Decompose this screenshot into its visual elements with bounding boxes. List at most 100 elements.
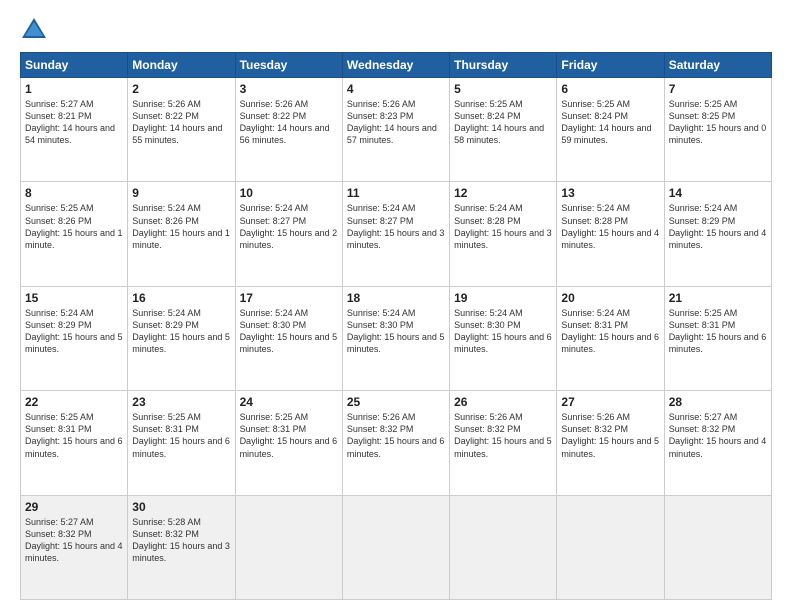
day-number: 11 bbox=[347, 186, 445, 200]
day-number: 19 bbox=[454, 291, 552, 305]
calendar-cell: 29 Sunrise: 5:27 AMSunset: 8:32 PMDayligh… bbox=[21, 495, 128, 599]
weekday-header-saturday: Saturday bbox=[664, 53, 771, 78]
cell-info: Sunrise: 5:26 AMSunset: 8:23 PMDaylight:… bbox=[347, 98, 445, 147]
day-number: 30 bbox=[132, 500, 230, 514]
day-number: 1 bbox=[25, 82, 123, 96]
cell-info: Sunrise: 5:25 AMSunset: 8:25 PMDaylight:… bbox=[669, 98, 767, 147]
day-number: 20 bbox=[561, 291, 659, 305]
calendar-cell: 2 Sunrise: 5:26 AMSunset: 8:22 PMDaylight… bbox=[128, 78, 235, 182]
calendar-cell: 12 Sunrise: 5:24 AMSunset: 8:28 PMDayligh… bbox=[450, 182, 557, 286]
cell-info: Sunrise: 5:25 AMSunset: 8:24 PMDaylight:… bbox=[561, 98, 659, 147]
cell-info: Sunrise: 5:27 AMSunset: 8:32 PMDaylight:… bbox=[25, 516, 123, 565]
day-number: 10 bbox=[240, 186, 338, 200]
calendar-cell bbox=[235, 495, 342, 599]
day-number: 6 bbox=[561, 82, 659, 96]
calendar-cell bbox=[664, 495, 771, 599]
cell-info: Sunrise: 5:26 AMSunset: 8:32 PMDaylight:… bbox=[347, 411, 445, 460]
calendar-cell: 27Sunrise: 5:26 AMSunset: 8:32 PMDayligh… bbox=[557, 391, 664, 495]
logo-icon bbox=[20, 16, 48, 44]
day-number: 14 bbox=[669, 186, 767, 200]
cell-info: Sunrise: 5:26 AMSunset: 8:22 PMDaylight:… bbox=[132, 98, 230, 147]
weekday-header-friday: Friday bbox=[557, 53, 664, 78]
calendar-cell bbox=[342, 495, 449, 599]
calendar-cell: 26 Sunrise: 5:26 AMSunset: 8:32 PMDayligh… bbox=[450, 391, 557, 495]
weekday-header-tuesday: Tuesday bbox=[235, 53, 342, 78]
cell-info: Sunrise: 5:25 AMSunset: 8:31 PMDaylight:… bbox=[132, 411, 230, 460]
logo bbox=[20, 16, 52, 44]
day-number: 16 bbox=[132, 291, 230, 305]
cell-info: Sunrise: 5:27 AMSunset: 8:32 PMDaylight:… bbox=[669, 411, 767, 460]
day-number: 8 bbox=[25, 186, 123, 200]
calendar-cell: 20Sunrise: 5:24 AMSunset: 8:31 PMDayligh… bbox=[557, 286, 664, 390]
cell-info: Sunrise: 5:24 AMSunset: 8:29 PMDaylight:… bbox=[132, 307, 230, 356]
calendar-cell: 4 Sunrise: 5:26 AMSunset: 8:23 PMDaylight… bbox=[342, 78, 449, 182]
day-number: 18 bbox=[347, 291, 445, 305]
day-number: 28 bbox=[669, 395, 767, 409]
day-number: 3 bbox=[240, 82, 338, 96]
day-number: 23 bbox=[132, 395, 230, 409]
calendar-cell: 19 Sunrise: 5:24 AMSunset: 8:30 PMDayligh… bbox=[450, 286, 557, 390]
day-number: 7 bbox=[669, 82, 767, 96]
day-number: 12 bbox=[454, 186, 552, 200]
calendar-cell: 30 Sunrise: 5:28 AMSunset: 8:32 PMDayligh… bbox=[128, 495, 235, 599]
cell-info: Sunrise: 5:26 AMSunset: 8:32 PMDaylight:… bbox=[454, 411, 552, 460]
calendar-body: 1 Sunrise: 5:27 AMSunset: 8:21 PMDaylight… bbox=[21, 78, 772, 600]
calendar-cell: 7 Sunrise: 5:25 AMSunset: 8:25 PMDaylight… bbox=[664, 78, 771, 182]
calendar-cell: 3 Sunrise: 5:26 AMSunset: 8:22 PMDaylight… bbox=[235, 78, 342, 182]
calendar-cell: 21 Sunrise: 5:25 AMSunset: 8:31 PMDayligh… bbox=[664, 286, 771, 390]
cell-info: Sunrise: 5:25 AMSunset: 8:31 PMDaylight:… bbox=[25, 411, 123, 460]
week-row-1: 1 Sunrise: 5:27 AMSunset: 8:21 PMDaylight… bbox=[21, 78, 772, 182]
week-row-5: 29 Sunrise: 5:27 AMSunset: 8:32 PMDayligh… bbox=[21, 495, 772, 599]
week-row-3: 15 Sunrise: 5:24 AMSunset: 8:29 PMDayligh… bbox=[21, 286, 772, 390]
day-number: 27 bbox=[561, 395, 659, 409]
weekday-header-monday: Monday bbox=[128, 53, 235, 78]
calendar-cell: 6 Sunrise: 5:25 AMSunset: 8:24 PMDaylight… bbox=[557, 78, 664, 182]
weekday-row: SundayMondayTuesdayWednesdayThursdayFrid… bbox=[21, 53, 772, 78]
weekday-header-sunday: Sunday bbox=[21, 53, 128, 78]
header bbox=[20, 16, 772, 44]
day-number: 9 bbox=[132, 186, 230, 200]
calendar-cell: 14 Sunrise: 5:24 AMSunset: 8:29 PMDayligh… bbox=[664, 182, 771, 286]
cell-info: Sunrise: 5:27 AMSunset: 8:21 PMDaylight:… bbox=[25, 98, 123, 147]
cell-info: Sunrise: 5:24 AMSunset: 8:29 PMDaylight:… bbox=[25, 307, 123, 356]
cell-info: Sunrise: 5:25 AMSunset: 8:31 PMDaylight:… bbox=[669, 307, 767, 356]
cell-info: Sunrise: 5:24 AMSunset: 8:27 PMDaylight:… bbox=[347, 202, 445, 251]
calendar-cell: 8Sunrise: 5:25 AMSunset: 8:26 PMDaylight… bbox=[21, 182, 128, 286]
weekday-header-wednesday: Wednesday bbox=[342, 53, 449, 78]
calendar-cell: 22 Sunrise: 5:25 AMSunset: 8:31 PMDayligh… bbox=[21, 391, 128, 495]
cell-info: Sunrise: 5:25 AMSunset: 8:24 PMDaylight:… bbox=[454, 98, 552, 147]
calendar-cell bbox=[557, 495, 664, 599]
day-number: 15 bbox=[25, 291, 123, 305]
cell-info: Sunrise: 5:26 AMSunset: 8:22 PMDaylight:… bbox=[240, 98, 338, 147]
cell-info: Sunrise: 5:24 AMSunset: 8:28 PMDaylight:… bbox=[561, 202, 659, 251]
cell-info: Sunrise: 5:25 AMSunset: 8:31 PMDaylight:… bbox=[240, 411, 338, 460]
cell-info: Sunrise: 5:24 AMSunset: 8:26 PMDaylight:… bbox=[132, 202, 230, 251]
day-number: 4 bbox=[347, 82, 445, 96]
day-number: 29 bbox=[25, 500, 123, 514]
week-row-4: 22 Sunrise: 5:25 AMSunset: 8:31 PMDayligh… bbox=[21, 391, 772, 495]
calendar-cell: 5Sunrise: 5:25 AMSunset: 8:24 PMDaylight… bbox=[450, 78, 557, 182]
cell-info: Sunrise: 5:24 AMSunset: 8:30 PMDaylight:… bbox=[454, 307, 552, 356]
cell-info: Sunrise: 5:24 AMSunset: 8:30 PMDaylight:… bbox=[240, 307, 338, 356]
cell-info: Sunrise: 5:24 AMSunset: 8:27 PMDaylight:… bbox=[240, 202, 338, 251]
week-row-2: 8Sunrise: 5:25 AMSunset: 8:26 PMDaylight… bbox=[21, 182, 772, 286]
day-number: 24 bbox=[240, 395, 338, 409]
day-number: 13 bbox=[561, 186, 659, 200]
weekday-header-thursday: Thursday bbox=[450, 53, 557, 78]
calendar-cell: 1 Sunrise: 5:27 AMSunset: 8:21 PMDaylight… bbox=[21, 78, 128, 182]
calendar-table: SundayMondayTuesdayWednesdayThursdayFrid… bbox=[20, 52, 772, 600]
calendar-cell: 13 Sunrise: 5:24 AMSunset: 8:28 PMDayligh… bbox=[557, 182, 664, 286]
cell-info: Sunrise: 5:24 AMSunset: 8:28 PMDaylight:… bbox=[454, 202, 552, 251]
day-number: 17 bbox=[240, 291, 338, 305]
day-number: 26 bbox=[454, 395, 552, 409]
day-number: 21 bbox=[669, 291, 767, 305]
calendar-cell: 10 Sunrise: 5:24 AMSunset: 8:27 PMDayligh… bbox=[235, 182, 342, 286]
day-number: 2 bbox=[132, 82, 230, 96]
cell-info: Sunrise: 5:28 AMSunset: 8:32 PMDaylight:… bbox=[132, 516, 230, 565]
calendar-cell: 18Sunrise: 5:24 AMSunset: 8:30 PMDayligh… bbox=[342, 286, 449, 390]
cell-info: Sunrise: 5:24 AMSunset: 8:29 PMDaylight:… bbox=[669, 202, 767, 251]
calendar-cell: 25Sunrise: 5:26 AMSunset: 8:32 PMDayligh… bbox=[342, 391, 449, 495]
calendar-cell: 23 Sunrise: 5:25 AMSunset: 8:31 PMDayligh… bbox=[128, 391, 235, 495]
day-number: 22 bbox=[25, 395, 123, 409]
calendar-cell: 28 Sunrise: 5:27 AMSunset: 8:32 PMDayligh… bbox=[664, 391, 771, 495]
